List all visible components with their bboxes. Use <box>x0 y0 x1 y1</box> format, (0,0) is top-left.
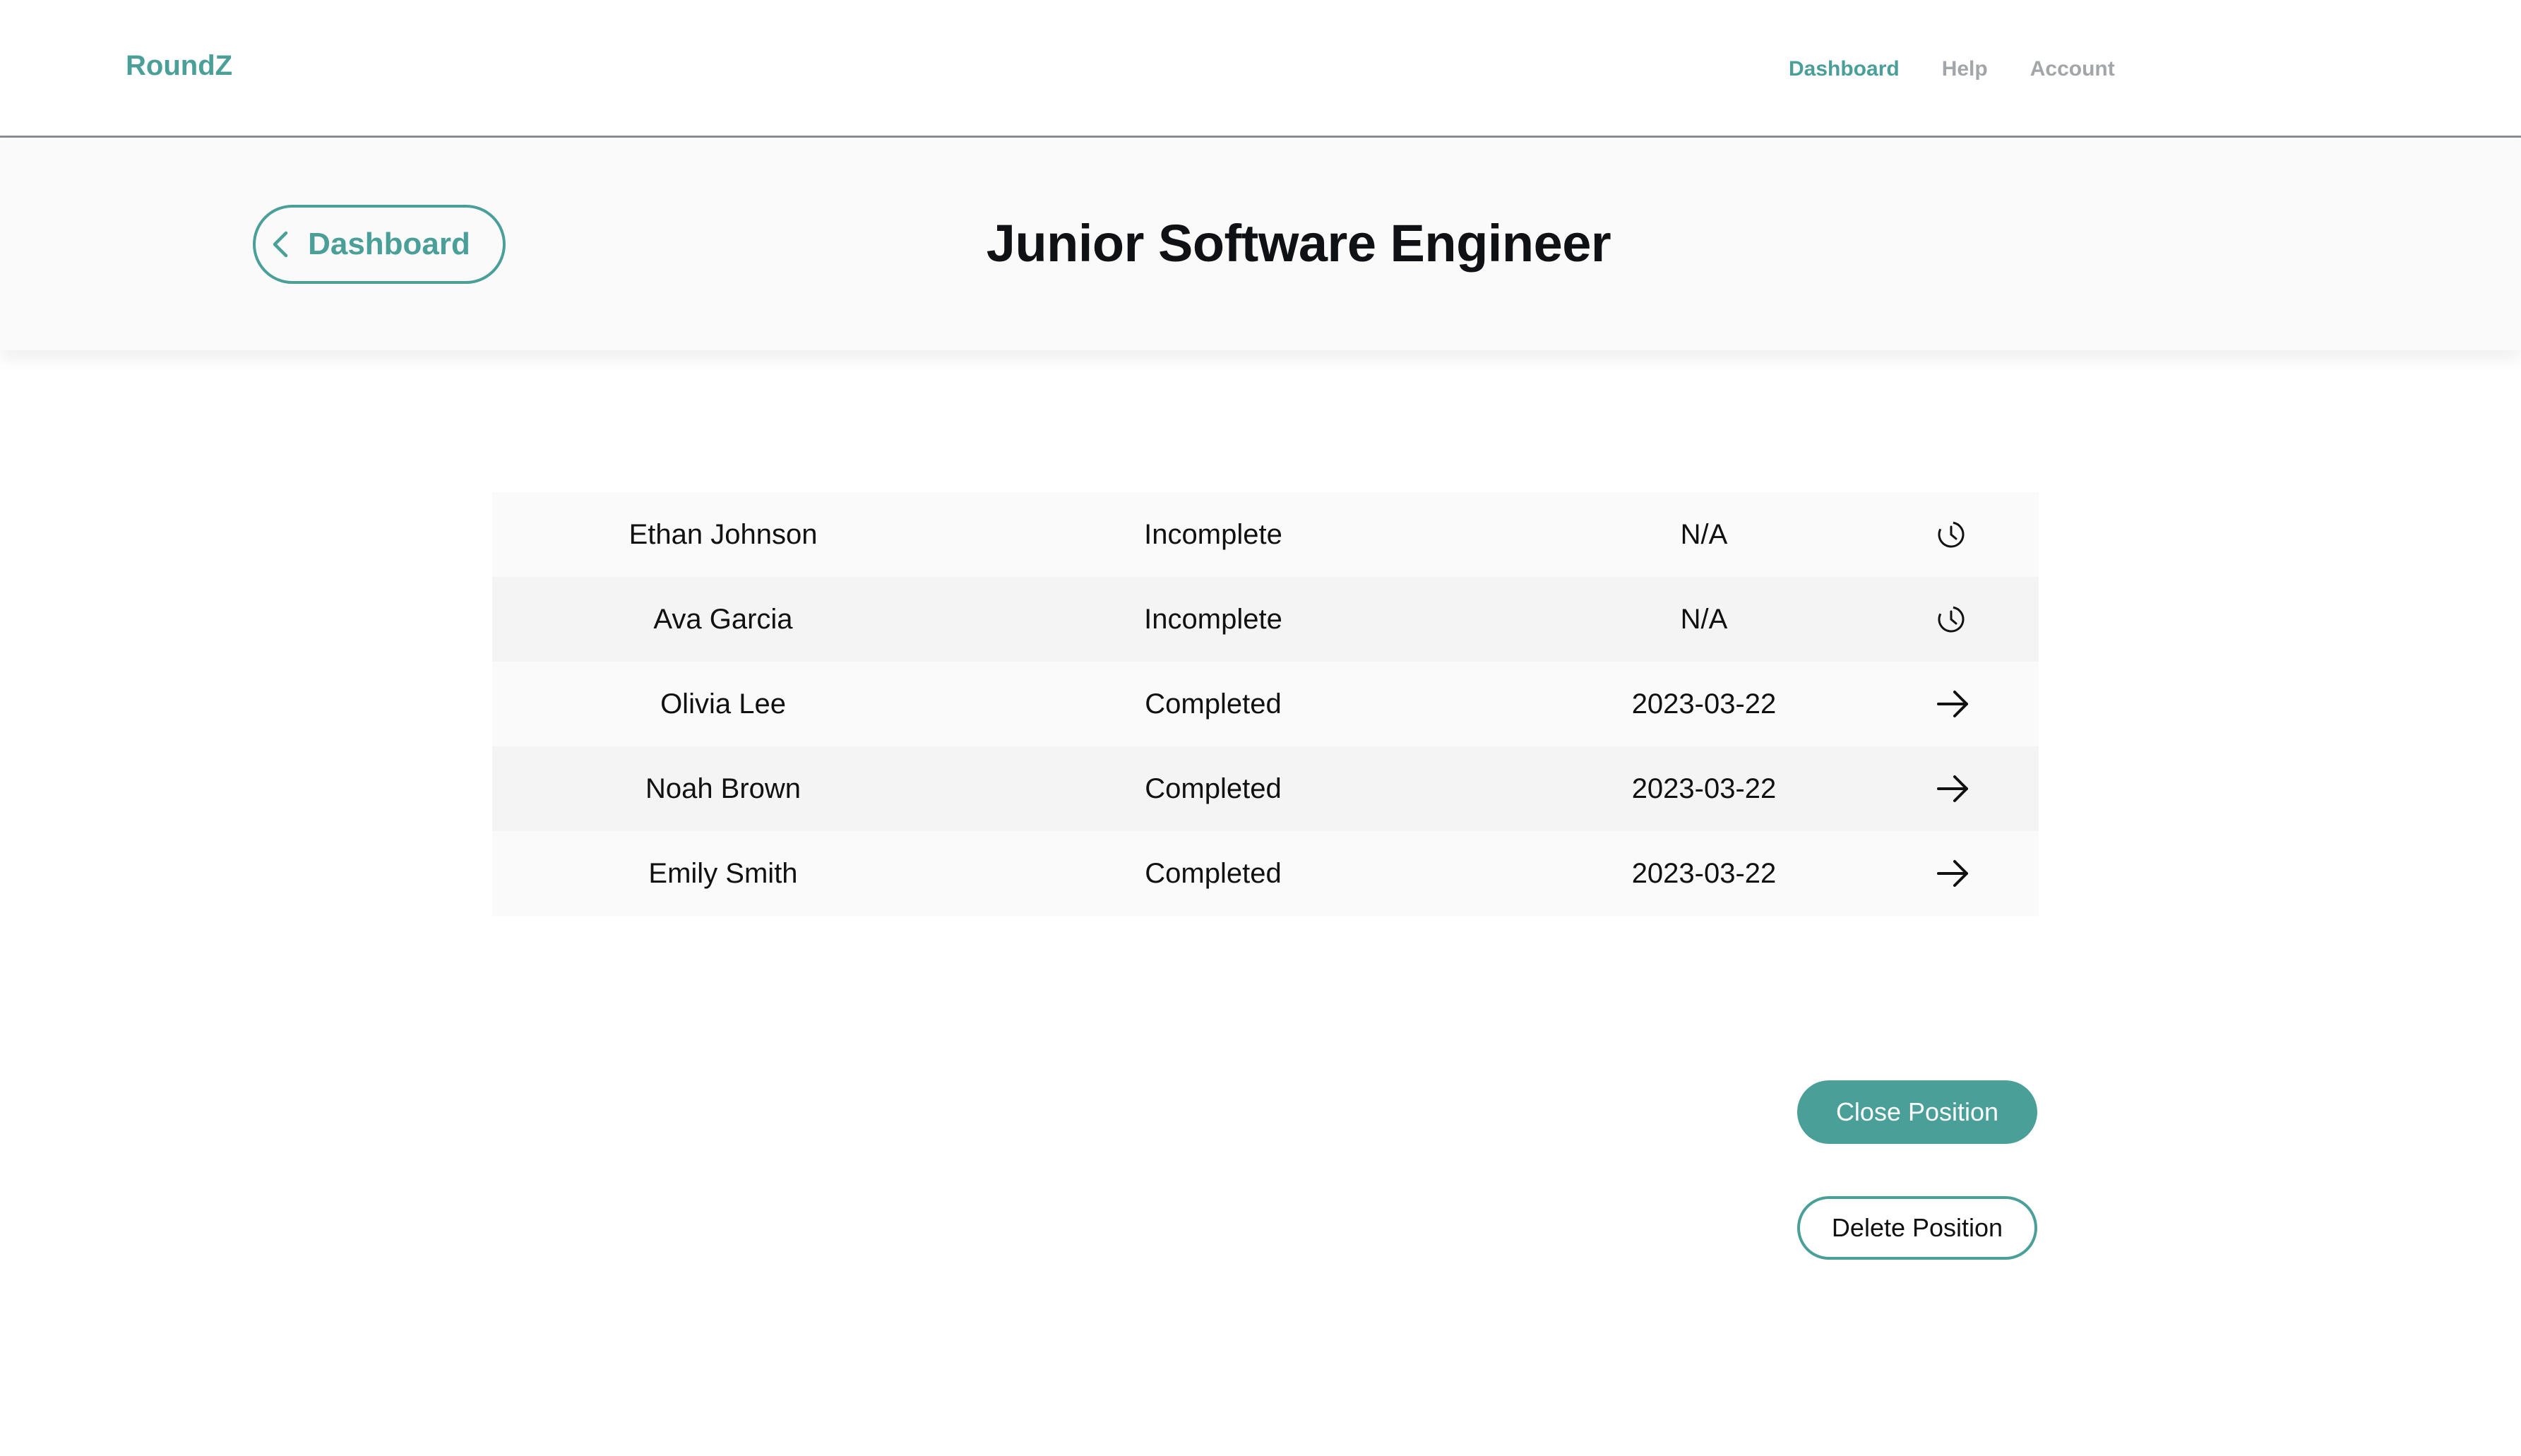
candidate-name: Olivia Lee <box>660 688 786 720</box>
page-header: Dashboard Junior Software Engineer <box>0 140 2521 350</box>
candidate-status: Incomplete <box>1144 603 1282 635</box>
candidate-status: Completed <box>1145 772 1282 804</box>
nav-link-account[interactable]: Account <box>2030 55 2115 83</box>
table-row[interactable]: Noah Brown Completed 2023-03-22 <box>492 746 2039 831</box>
page-title: Junior Software Engineer <box>986 214 1611 273</box>
top-navbar: RoundZ Dashboard Help Account <box>0 0 2521 138</box>
candidate-table: Ethan Johnson Incomplete N/A Ava Garcia … <box>492 492 2039 916</box>
candidate-date: N/A <box>1680 603 1728 635</box>
candidate-date: 2023-03-22 <box>1631 857 1777 889</box>
arrow-right-icon[interactable] <box>1936 688 1971 720</box>
table-row[interactable]: Ava Garcia Incomplete N/A <box>492 577 2039 662</box>
candidate-status: Incomplete <box>1144 518 1282 550</box>
delete-position-button[interactable]: Delete Position <box>1797 1196 2037 1260</box>
nav-link-dashboard[interactable]: Dashboard <box>1789 55 1900 83</box>
brand-logo[interactable]: RoundZ <box>126 48 232 83</box>
clock-icon[interactable] <box>1936 604 1967 635</box>
candidate-date: N/A <box>1680 518 1728 550</box>
candidate-name: Ethan Johnson <box>628 518 818 550</box>
table-row[interactable]: Ethan Johnson Incomplete N/A <box>492 492 2039 577</box>
candidate-status: Completed <box>1145 857 1282 889</box>
candidate-date: 2023-03-22 <box>1631 772 1777 804</box>
candidate-name: Ava Garcia <box>653 603 793 635</box>
candidate-status: Completed <box>1145 688 1282 720</box>
nav-link-help[interactable]: Help <box>1942 55 1988 83</box>
close-position-button[interactable]: Close Position <box>1797 1080 2037 1144</box>
clock-icon[interactable] <box>1936 519 1967 550</box>
candidate-name: Noah Brown <box>645 772 801 804</box>
nav-links: Dashboard Help Account <box>1789 55 2115 83</box>
table-row[interactable]: Emily Smith Completed 2023-03-22 <box>492 831 2039 916</box>
table-row[interactable]: Olivia Lee Completed 2023-03-22 <box>492 662 2039 746</box>
candidate-date: 2023-03-22 <box>1631 688 1777 720</box>
arrow-right-icon[interactable] <box>1936 773 1971 804</box>
arrow-right-icon[interactable] <box>1936 858 1971 889</box>
candidate-name: Emily Smith <box>648 857 798 889</box>
